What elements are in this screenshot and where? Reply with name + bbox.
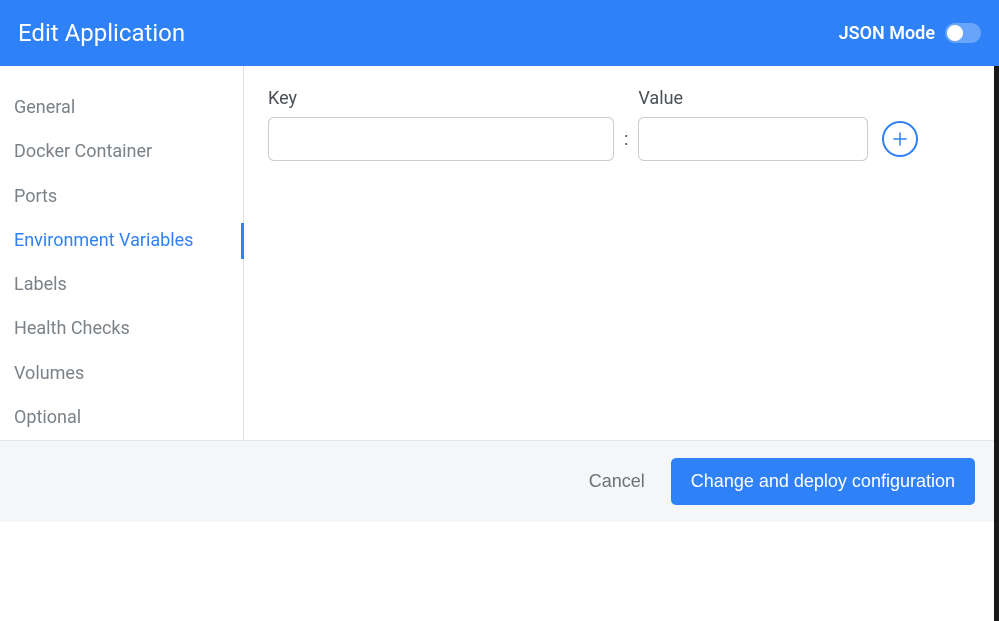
sidebar-item-label: Docker Container: [14, 141, 152, 162]
dialog-header: Edit Application JSON Mode: [0, 0, 999, 66]
env-var-row: Key : Value: [268, 88, 971, 161]
kv-separator: :: [624, 129, 628, 161]
sidebar-nav: General Docker Container Ports Environme…: [0, 66, 244, 440]
sidebar-item-general[interactable]: General: [0, 86, 243, 130]
json-mode-control: JSON Mode: [839, 23, 981, 44]
sidebar-item-volumes[interactable]: Volumes: [0, 352, 243, 396]
plus-icon: [891, 130, 909, 148]
key-label: Key: [268, 88, 614, 109]
dialog-footer: Cancel Change and deploy configuration: [0, 440, 999, 522]
value-label: Value: [638, 88, 868, 109]
dialog-body: General Docker Container Ports Environme…: [0, 66, 999, 440]
sidebar-item-optional[interactable]: Optional: [0, 396, 243, 440]
sidebar-item-label: Health Checks: [14, 318, 130, 339]
sidebar-item-label: General: [14, 97, 75, 118]
sidebar-item-label: Ports: [14, 186, 57, 207]
cancel-button[interactable]: Cancel: [585, 461, 649, 502]
value-input[interactable]: [638, 117, 868, 161]
sidebar-item-ports[interactable]: Ports: [0, 175, 243, 219]
key-column: Key: [268, 88, 614, 161]
sidebar-item-docker-container[interactable]: Docker Container: [0, 130, 243, 174]
json-mode-label: JSON Mode: [839, 23, 935, 44]
sidebar-item-label: Labels: [14, 274, 67, 295]
right-edge-shadow: [994, 66, 999, 621]
key-input[interactable]: [268, 117, 614, 161]
add-row-button[interactable]: [882, 121, 918, 157]
sidebar-item-health-checks[interactable]: Health Checks: [0, 307, 243, 351]
submit-button[interactable]: Change and deploy configuration: [671, 458, 975, 505]
sidebar-item-label: Volumes: [14, 363, 84, 384]
dialog-title: Edit Application: [18, 19, 185, 47]
main-panel: Key : Value: [244, 66, 999, 440]
value-column: Value: [638, 88, 868, 161]
sidebar-item-labels[interactable]: Labels: [0, 263, 243, 307]
json-mode-toggle[interactable]: [945, 23, 981, 43]
sidebar-item-environment-variables[interactable]: Environment Variables: [0, 219, 243, 263]
toggle-knob: [947, 25, 963, 41]
sidebar-item-label: Environment Variables: [14, 230, 193, 251]
sidebar-item-label: Optional: [14, 407, 81, 428]
